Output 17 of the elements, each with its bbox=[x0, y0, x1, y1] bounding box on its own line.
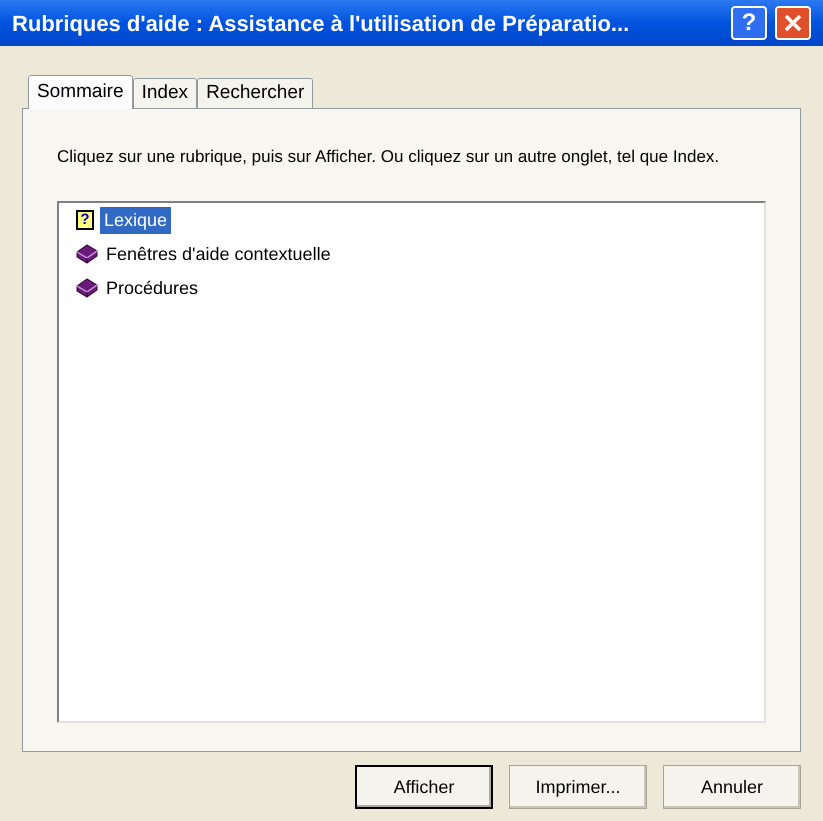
book-icon bbox=[76, 244, 98, 264]
help-page-icon: ? bbox=[76, 210, 94, 230]
instructions-text: Cliquez sur une rubrique, puis sur Afficher. Ou cliquez sur un autre onglet, tel que Index. bbox=[57, 146, 720, 168]
close-button[interactable] bbox=[775, 6, 811, 40]
tree-item[interactable]: Lexique bbox=[100, 206, 172, 234]
tree-item[interactable]: Fenêtres d'aide contextuelle bbox=[104, 240, 333, 268]
help-button[interactable]: ? bbox=[731, 6, 767, 40]
dialog-button[interactable]: Afficher bbox=[355, 765, 493, 809]
close-icon bbox=[783, 13, 803, 33]
dialog-button[interactable]: Annuler bbox=[663, 765, 801, 809]
book-icon bbox=[76, 278, 98, 298]
tab[interactable]: Sommaire bbox=[28, 75, 133, 109]
tree-item[interactable]: Procédures bbox=[104, 274, 200, 302]
dialog-button[interactable]: Imprimer... bbox=[509, 765, 647, 809]
tab[interactable]: Rechercher bbox=[197, 78, 314, 108]
tab[interactable]: Index bbox=[132, 78, 198, 108]
window-title: Rubriques d'aide : Assistance à l'utilisation de Préparatio... bbox=[12, 10, 630, 38]
